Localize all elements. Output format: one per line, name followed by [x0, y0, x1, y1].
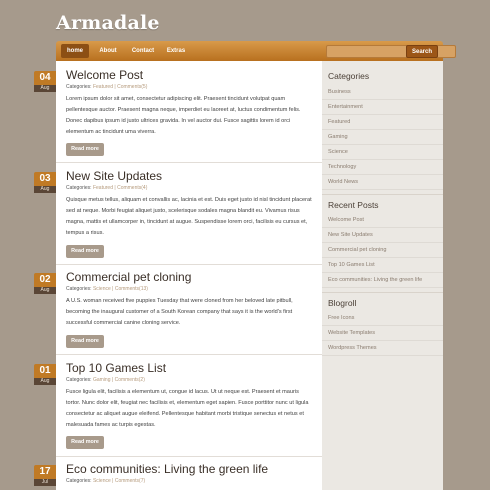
- meta-separator: |: [114, 84, 116, 90]
- date-badge: 01 Aug: [34, 364, 56, 385]
- post-meta: Categories: Featured | Comments(5): [66, 84, 147, 90]
- date-month: Aug: [34, 85, 56, 92]
- post: 17 Jul Eco communities: Living the green…: [34, 462, 322, 490]
- post-title[interactable]: New Site Updates: [66, 169, 162, 183]
- comments-link[interactable]: Comments(13): [115, 286, 148, 292]
- post-excerpt: Lorem ipsum dolor sit amet, consectetur …: [66, 96, 301, 135]
- nav-home[interactable]: home: [61, 44, 89, 58]
- nav-bar: home About Contact Extras Search: [56, 41, 456, 61]
- nav-extras[interactable]: Extras: [163, 44, 189, 58]
- sidebar-recent-link[interactable]: Commercial pet cloning: [322, 243, 443, 258]
- post-meta: Categories: Science | Comments(13): [66, 286, 148, 292]
- post-divider: [56, 456, 322, 457]
- sidebar: Categories Business Entertainment Featur…: [322, 61, 443, 490]
- comments-link[interactable]: Comments(5): [117, 84, 147, 90]
- categories-label: Categories:: [66, 185, 92, 191]
- post: 01 Aug Top 10 Games List Categories: Gam…: [34, 361, 322, 456]
- comments-link[interactable]: Comments(7): [115, 478, 145, 484]
- main-content: 04 Aug Welcome Post Categories: Featured…: [34, 61, 322, 490]
- read-more-button[interactable]: Read more: [66, 335, 104, 348]
- nav-contact[interactable]: Contact: [128, 44, 158, 58]
- read-more-button[interactable]: Read more: [66, 245, 104, 258]
- categories-label: Categories:: [66, 478, 92, 484]
- post-title[interactable]: Welcome Post: [66, 68, 143, 82]
- sidebar-heading-recent: Recent Posts: [328, 200, 379, 210]
- sidebar-heading-blogroll: Blogroll: [328, 298, 357, 308]
- comments-link[interactable]: Comments(4): [117, 185, 147, 191]
- post-excerpt: A U.S. woman received five puppies Tuesd…: [66, 298, 293, 326]
- category-link[interactable]: Science: [93, 286, 111, 292]
- sidebar-blogroll-link[interactable]: Website Templates: [322, 326, 443, 341]
- sidebar-recent-link[interactable]: Welcome Post: [322, 213, 443, 228]
- date-day: 04: [34, 71, 56, 85]
- search-button[interactable]: Search: [406, 45, 438, 58]
- post-divider: [56, 354, 322, 355]
- category-link[interactable]: Featured: [93, 84, 113, 90]
- sidebar-separator: [322, 194, 443, 195]
- post-excerpt: Fusce ligula elit, facilisis a elementum…: [66, 389, 309, 428]
- comments-link[interactable]: Comments(2): [115, 377, 145, 383]
- meta-separator: |: [112, 478, 114, 484]
- post-divider: [56, 162, 322, 163]
- sidebar-category-link[interactable]: Science: [322, 145, 443, 160]
- sidebar-blogroll-link[interactable]: Wordpress Themes: [322, 341, 443, 356]
- post-title[interactable]: Eco communities: Living the green life: [66, 462, 268, 476]
- sidebar-heading-categories: Categories: [328, 71, 370, 81]
- sidebar-category-link[interactable]: Gaming: [322, 130, 443, 145]
- sidebar-recent-link[interactable]: Top 10 Games List: [322, 258, 443, 273]
- read-more-button[interactable]: Read more: [66, 436, 104, 449]
- sidebar-recent-link[interactable]: Eco communities: Living the green life: [322, 273, 443, 288]
- date-month: Jul: [34, 479, 56, 486]
- meta-separator: |: [114, 185, 116, 191]
- categories-label: Categories:: [66, 377, 92, 383]
- category-link[interactable]: Gaming: [93, 377, 111, 383]
- date-badge: 04 Aug: [34, 71, 56, 92]
- meta-separator: |: [111, 377, 114, 383]
- sidebar-category-link[interactable]: World News: [322, 175, 443, 190]
- post-title[interactable]: Top 10 Games List: [66, 361, 166, 375]
- categories-label: Categories:: [66, 84, 92, 90]
- meta-separator: |: [112, 286, 114, 292]
- sidebar-category-link[interactable]: Technology: [322, 160, 443, 175]
- date-month: Aug: [34, 287, 56, 294]
- date-day: 03: [34, 172, 56, 186]
- sidebar-category-link[interactable]: Business: [322, 85, 443, 100]
- post-meta: Categories: Science | Comments(7): [66, 478, 145, 484]
- categories-label: Categories:: [66, 286, 92, 292]
- read-more-button[interactable]: Read more: [66, 143, 104, 156]
- category-link[interactable]: Featured: [93, 185, 113, 191]
- site-title[interactable]: Armadale: [56, 12, 160, 34]
- date-day: 17: [34, 465, 56, 479]
- date-badge: 03 Aug: [34, 172, 56, 193]
- post: 03 Aug New Site Updates Categories: Feat…: [34, 169, 322, 264]
- date-badge: 17 Jul: [34, 465, 56, 486]
- date-month: Aug: [34, 186, 56, 193]
- date-badge: 02 Aug: [34, 273, 56, 294]
- post-excerpt: Quisque metus tellus, aliquam et convall…: [66, 197, 312, 236]
- post-title[interactable]: Commercial pet cloning: [66, 270, 191, 284]
- category-link[interactable]: Science: [93, 478, 111, 484]
- date-month: Aug: [34, 378, 56, 385]
- post-meta: Categories: Gaming | Comments(2): [66, 377, 145, 383]
- date-day: 02: [34, 273, 56, 287]
- post: 02 Aug Commercial pet cloning Categories…: [34, 270, 322, 355]
- sidebar-separator: [322, 292, 443, 293]
- sidebar-category-link[interactable]: Entertainment: [322, 100, 443, 115]
- sidebar-recent-link[interactable]: New Site Updates: [322, 228, 443, 243]
- post-divider: [56, 264, 322, 265]
- post-meta: Categories: Featured | Comments(4): [66, 185, 147, 191]
- sidebar-blogroll-link[interactable]: Free Icons: [322, 311, 443, 326]
- date-day: 01: [34, 364, 56, 378]
- nav-about[interactable]: About: [95, 44, 121, 58]
- post: 04 Aug Welcome Post Categories: Featured…: [34, 68, 322, 163]
- sidebar-category-link[interactable]: Featured: [322, 115, 443, 130]
